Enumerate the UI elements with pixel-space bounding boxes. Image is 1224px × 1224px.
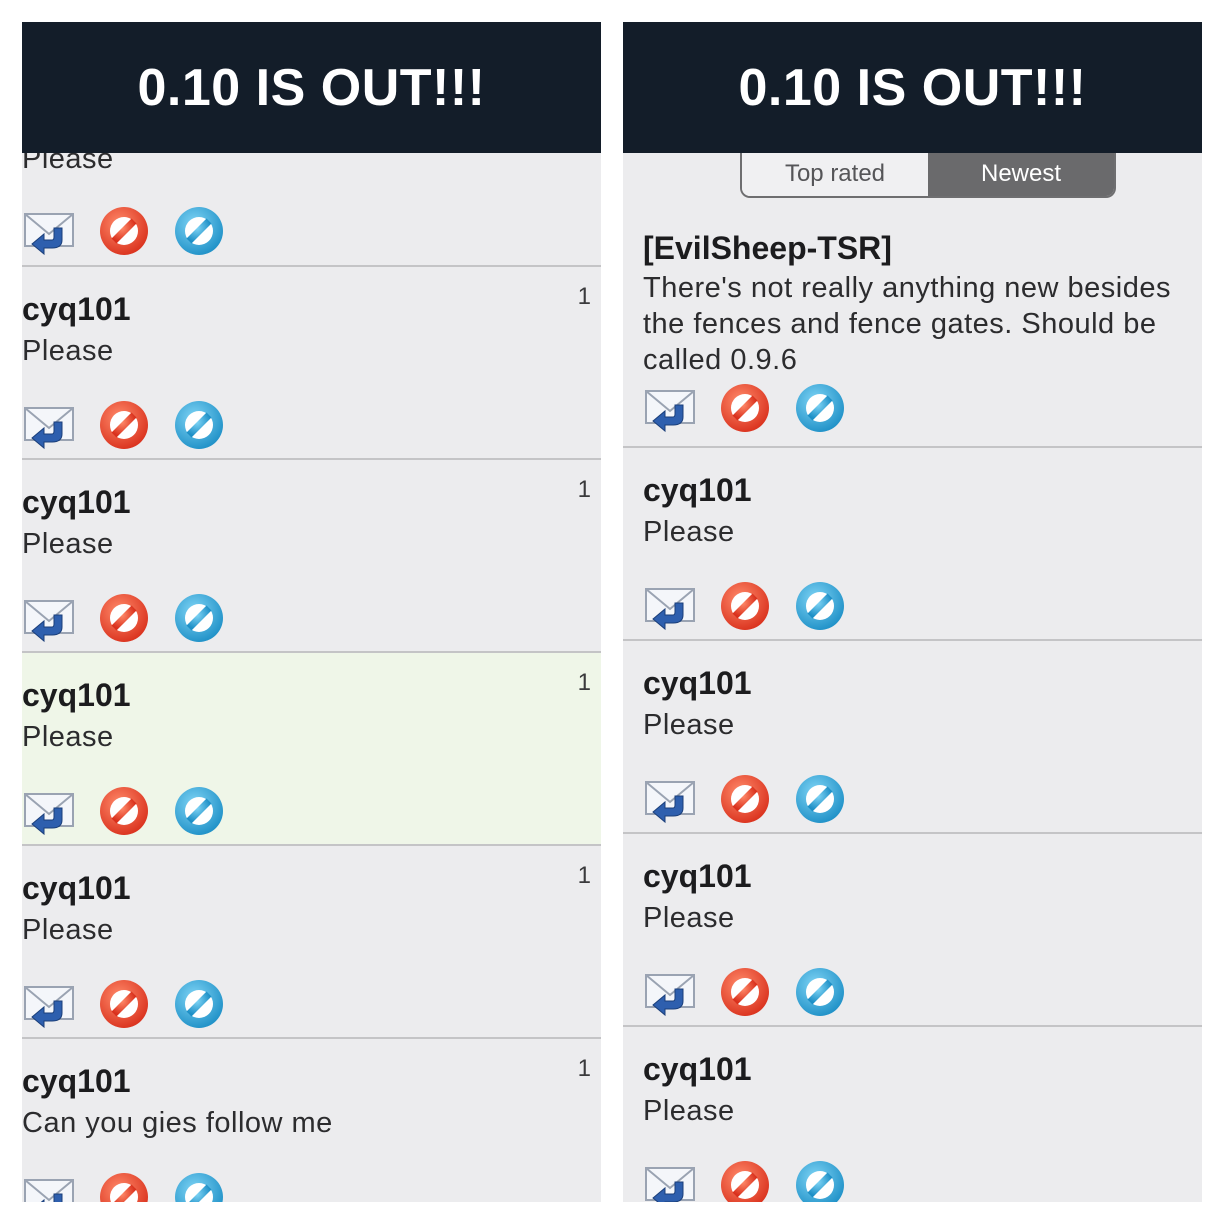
block-blue-icon[interactable] [172,398,226,452]
reply-mail-icon[interactable] [22,784,76,838]
block-blue-icon[interactable] [172,204,226,258]
comment-actions [22,588,247,648]
comment-actions [22,974,247,1034]
comment-author[interactable]: cyq101 [22,870,131,907]
reply-mail-icon[interactable] [22,204,76,258]
comment-actions [22,201,247,261]
banner-title: 0.10 IS OUT!!! [22,22,601,153]
block-red-icon[interactable] [97,204,151,258]
comment-list: [EvilSheep-TSR] There's not really anyth… [623,218,1202,1202]
banner-title: 0.10 IS OUT!!! [623,22,1202,153]
list-item: cyq101 Please [623,1027,1202,1202]
block-blue-icon[interactable] [172,591,226,645]
list-item: cyq101 1 Can you gies follow me [22,1039,601,1202]
list-item: Please [22,143,601,267]
comment-message: Please [22,914,114,946]
list-item: cyq101 1 Please [22,846,601,1039]
comment-count: 1 [577,862,591,889]
reply-mail-icon[interactable] [22,1170,76,1202]
block-red-icon[interactable] [718,381,772,435]
comment-count: 1 [577,283,591,310]
comment-author[interactable]: cyq101 [643,1051,752,1088]
comment-message: Please [22,528,114,560]
comment-actions [22,395,247,455]
reply-mail-icon[interactable] [643,1158,697,1202]
list-item: cyq101 Please [623,834,1202,1027]
comment-message: Can you gies follow me [22,1107,333,1139]
comment-actions [643,962,868,1022]
block-blue-icon[interactable] [172,1170,226,1202]
comment-message: There's not really anything new besides … [643,272,1171,376]
tab-newest[interactable]: Newest [928,152,1114,196]
block-blue-icon[interactable] [172,784,226,838]
sort-segmented-control: Top rated Newest [740,152,1116,198]
comment-author[interactable]: [EvilSheep-TSR] [643,230,892,267]
block-blue-icon[interactable] [793,579,847,633]
right-screenshot-panel: 0.10 IS OUT!!! Top rated Newest [EvilShe… [623,22,1202,1202]
list-item: [EvilSheep-TSR] There's not really anyth… [623,218,1202,448]
block-blue-icon[interactable] [793,965,847,1019]
tab-top-rated[interactable]: Top rated [742,152,928,196]
block-blue-icon[interactable] [793,772,847,826]
block-red-icon[interactable] [718,1158,772,1202]
block-blue-icon[interactable] [793,381,847,435]
comment-author[interactable]: cyq101 [22,1063,131,1100]
reply-mail-icon[interactable] [22,977,76,1031]
left-screenshot-panel: 0.10 IS OUT!!! Please cyq101 1 Please cy… [22,22,601,1202]
reply-mail-icon[interactable] [643,965,697,1019]
block-red-icon[interactable] [97,591,151,645]
comment-author[interactable]: cyq101 [643,858,752,895]
reply-mail-icon[interactable] [22,398,76,452]
comment-message: Please [643,709,735,741]
block-red-icon[interactable] [97,1170,151,1202]
comment-author[interactable]: cyq101 [22,484,131,521]
block-red-icon[interactable] [718,965,772,1019]
list-item-highlighted: cyq101 1 Please [22,653,601,846]
list-item: cyq101 Please [623,641,1202,834]
reply-mail-icon[interactable] [22,591,76,645]
list-item: cyq101 1 Please [22,267,601,460]
block-blue-icon[interactable] [793,1158,847,1202]
comment-actions [643,1155,868,1202]
block-red-icon[interactable] [97,784,151,838]
comment-message: Please [643,1095,735,1127]
comment-message: Please [22,721,114,753]
comment-message: Please [643,902,735,934]
block-red-icon[interactable] [97,977,151,1031]
reply-mail-icon[interactable] [643,381,697,435]
comment-actions [643,769,868,829]
comment-actions [643,378,868,438]
comment-count: 1 [577,1055,591,1082]
comment-message: Please [643,516,735,548]
comment-author[interactable]: cyq101 [643,472,752,509]
reply-mail-icon[interactable] [643,772,697,826]
comment-list: Please cyq101 1 Please cyq101 1 Please c… [22,143,601,1202]
comment-count: 1 [577,669,591,696]
block-red-icon[interactable] [718,772,772,826]
block-red-icon[interactable] [97,398,151,452]
comment-author[interactable]: cyq101 [22,677,131,714]
comment-actions [22,1167,247,1202]
comment-actions [643,576,868,636]
list-item: cyq101 Please [623,448,1202,641]
comment-count: 1 [577,476,591,503]
block-red-icon[interactable] [718,579,772,633]
list-item: cyq101 1 Please [22,460,601,653]
comment-actions [22,781,247,841]
comment-message: Please [22,335,114,367]
comment-author[interactable]: cyq101 [643,665,752,702]
comment-author[interactable]: cyq101 [22,291,131,328]
block-blue-icon[interactable] [172,977,226,1031]
reply-mail-icon[interactable] [643,579,697,633]
